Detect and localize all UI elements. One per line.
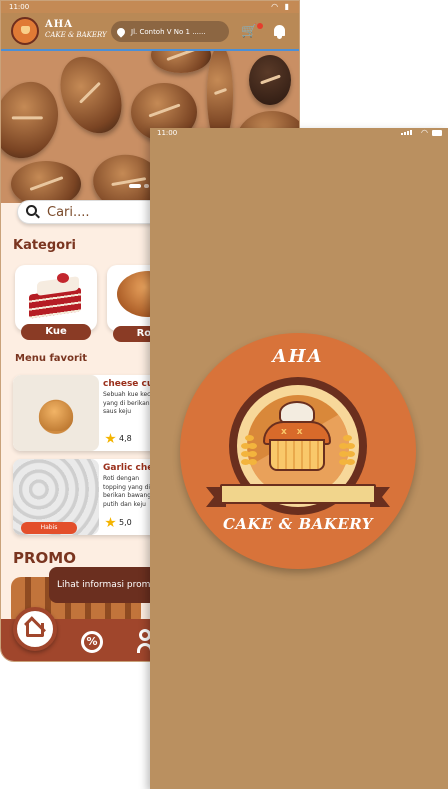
status-bar: 11:00 ◠ ▮ — [1, 1, 299, 13]
cupcake-wrapper — [269, 439, 325, 471]
search-input[interactable] — [47, 204, 157, 220]
splash-screen: 11:00 ◠ AHA xx CAKE & BAKERY — [150, 128, 448, 789]
app-header: AHA CAKE & BAKERY Jl. Contoh V No 1 ....… — [1, 13, 299, 51]
category-card-kue[interactable] — [15, 265, 97, 331]
product-rating: 4,8 — [119, 434, 132, 443]
product-rating: 5,0 — [119, 518, 132, 527]
favorites-title: Menu favorit — [15, 353, 88, 364]
star-icon — [105, 433, 116, 444]
brand-name: AHA — [45, 19, 73, 30]
splash-logo: AHA xx CAKE & BAKERY — [180, 333, 416, 569]
user-icon[interactable] — [137, 629, 153, 653]
logo-title: AHA — [272, 346, 324, 367]
wheat-icon — [241, 435, 257, 481]
signal-icon — [401, 130, 412, 135]
category-label-kue[interactable]: Kue — [21, 324, 91, 340]
logo-icon[interactable] — [11, 17, 39, 45]
cart-icon[interactable]: 🛒 — [241, 24, 257, 39]
wifi-battery-icon: ◠ ▮ — [271, 2, 291, 11]
logo-ribbon — [220, 484, 376, 504]
battery-icon — [432, 130, 442, 136]
product-image — [13, 375, 99, 451]
logo-subtitle: CAKE & BAKERY — [222, 515, 374, 533]
location-pin-icon — [115, 25, 127, 38]
promo-info-banner[interactable]: Lihat informasi promo — [49, 567, 159, 603]
sold-out-badge: Habis — [21, 522, 77, 534]
promo-title: PROMO — [13, 549, 76, 567]
location-selector[interactable]: Jl. Contoh V No 1 ...... — [111, 21, 229, 42]
wheat-icon — [339, 435, 355, 481]
status-time: 11:00 — [157, 129, 178, 137]
status-bar: 11:00 ◠ — [150, 128, 448, 138]
product-card-cheese-cupcake[interactable]: cheese cupcake Sebuah kue kecil yang di … — [13, 375, 163, 451]
cupcake-eyes: xx — [281, 427, 313, 437]
categories-title: Kategori — [13, 238, 76, 253]
search-bar[interactable] — [17, 200, 167, 224]
home-icon[interactable] — [13, 607, 57, 651]
cart-badge — [257, 23, 263, 29]
search-icon — [26, 205, 40, 219]
wifi-icon: ◠ — [421, 128, 428, 137]
brand-tagline: CAKE & BAKERY — [45, 31, 107, 39]
location-text: Jl. Contoh V No 1 ...... — [131, 27, 206, 36]
cake-image — [29, 273, 85, 319]
status-time: 11:00 — [9, 3, 30, 11]
discount-icon[interactable]: % — [81, 631, 103, 653]
brand: AHA CAKE & BAKERY — [45, 19, 107, 39]
mockup-stage: 11:00 ◠ ▮ AHA CAKE & BAKERY Jl. Contoh V… — [0, 0, 448, 789]
bell-icon[interactable] — [273, 25, 286, 39]
star-icon — [105, 517, 116, 528]
